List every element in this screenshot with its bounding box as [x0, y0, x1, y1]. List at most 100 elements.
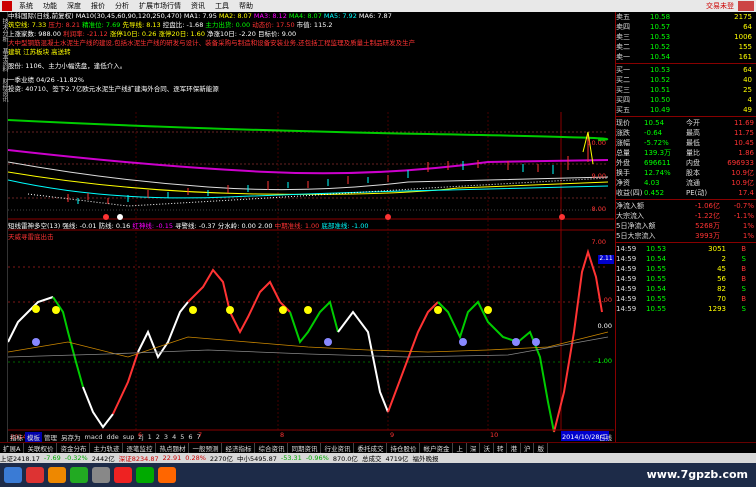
- indicator-header: 短线雷神多空(13) 强线: -0.01 防线: 0.16 红神线: -0.15…: [8, 222, 369, 230]
- quote-row[interactable]: 买四 10.50 4: [616, 95, 756, 105]
- menu-tools[interactable]: 工具: [210, 1, 234, 11]
- bottom-tab[interactable]: 资金分布: [57, 443, 91, 453]
- bottom-tab-bar: 扩展A 关联权价 资金分布 主力轨迹 逐笔监控 热点题材 一般预测 经济指标 综合资讯 同期资讯行…: [0, 442, 756, 453]
- window-controls[interactable]: [738, 1, 754, 11]
- bottom-tab[interactable]: 逐笔监控: [123, 443, 157, 453]
- chart-tab-4[interactable]: 4: [170, 433, 178, 441]
- stat-value: 17.4: [738, 189, 754, 197]
- quote-volume: 161: [738, 53, 752, 61]
- taskbar-app-icon[interactable]: [114, 467, 132, 483]
- bottom-tab[interactable]: 沪: [521, 443, 535, 453]
- stat-label: 涨幅: [616, 139, 630, 147]
- quote-row[interactable]: 卖五 10.58 2175: [616, 12, 756, 22]
- indicator-name[interactable]: 短线雷神多空(13): [8, 222, 60, 230]
- quote-price: 10.52: [650, 76, 671, 84]
- tick-price: 10.53: [646, 245, 667, 253]
- quote-row[interactable]: 卖三 10.53 1006: [616, 32, 756, 42]
- menu-ext-market[interactable]: 扩展市场行情: [134, 1, 186, 11]
- bottom-tab[interactable]: 一般预测: [189, 443, 223, 453]
- quote-row[interactable]: 卖二 10.52 155: [616, 42, 756, 52]
- tick-volume: 82: [717, 285, 726, 293]
- chart-tab-3[interactable]: 3: [162, 433, 170, 441]
- status-item: -53.31: [280, 454, 302, 462]
- chart-tab-1[interactable]: 1: [146, 433, 154, 441]
- chart-tab-7[interactable]: 7: [194, 433, 202, 441]
- bottom-tab[interactable]: 行业资讯: [321, 443, 355, 453]
- app-logo-icon: [2, 1, 12, 11]
- menu-analysis[interactable]: 分析: [110, 1, 134, 11]
- bottom-tab[interactable]: 港: [507, 443, 521, 453]
- bottom-tab[interactable]: 深: [467, 443, 481, 453]
- period-daily[interactable]: 日线: [597, 432, 614, 442]
- menu-quote[interactable]: 报价: [86, 1, 110, 11]
- bottom-tab[interactable]: 综合资讯: [255, 443, 289, 453]
- flow-value: 5268万: [695, 222, 720, 230]
- quote-row[interactable]: 买二 10.52 40: [616, 75, 756, 85]
- flow-pct: -0.7%: [733, 202, 754, 210]
- chart-tab-template[interactable]: 模板: [25, 431, 42, 442]
- bottom-tab[interactable]: 同期资讯: [288, 443, 322, 453]
- bottom-tab[interactable]: 委托成交: [354, 443, 388, 453]
- tick-side: S: [741, 255, 746, 263]
- bottom-tab[interactable]: 帐户资金: [420, 443, 454, 453]
- chart-tab-zj[interactable]: zj: [136, 433, 145, 441]
- tick-volume: 2: [721, 255, 726, 263]
- chart-tab-sup[interactable]: sup: [121, 433, 137, 441]
- quote-price: 10.57: [650, 23, 671, 31]
- quote-row[interactable]: 买三 10.51 25: [616, 85, 756, 95]
- taskbar-app-icon[interactable]: [70, 467, 88, 483]
- flow-value: -1.22亿: [694, 212, 720, 220]
- taskbar-app-icon[interactable]: [158, 467, 176, 483]
- note-3: 投资: 40710、签下2.7亿欧元水泥生产线扩建海外合同、逐军环保新能源: [8, 85, 219, 93]
- chart-area[interactable]: 中科国际(日线,前复权) MA10(30,45,60,90,120,250,47…: [8, 12, 614, 442]
- tick-row: 14:59 10.55 1293 S: [616, 304, 756, 314]
- quote-row[interactable]: 卖四 10.57 64: [616, 22, 756, 32]
- menu-info[interactable]: 资讯: [186, 1, 210, 11]
- quote-row[interactable]: 买一 10.53 64: [616, 65, 756, 75]
- quote-row[interactable]: 卖一 10.54 161: [616, 52, 756, 62]
- taskbar-app-icon[interactable]: [26, 467, 44, 483]
- stat-value: 0.452: [644, 189, 665, 197]
- bottom-tab[interactable]: 沃: [480, 443, 494, 453]
- bottom-tab[interactable]: 经济指标: [222, 443, 256, 453]
- bottom-tab[interactable]: 热点题材: [156, 443, 190, 453]
- quote-volume: 4: [747, 96, 752, 104]
- chart-tab-6[interactable]: 6: [186, 433, 194, 441]
- bid-list: 买一 10.53 64 买二 10.52 40 买三 10.51 25 买四 10.50 4 买五 10.…: [616, 65, 756, 115]
- bottom-tab[interactable]: 版: [534, 443, 548, 453]
- taskbar-app-icon[interactable]: [136, 467, 154, 483]
- flow-value: -1.06亿: [694, 202, 720, 210]
- chart-tab-5[interactable]: 5: [178, 433, 186, 441]
- status-item: 总成交: [361, 455, 382, 463]
- stat-label: 涨跌: [616, 129, 630, 137]
- menu-system[interactable]: 系统: [14, 1, 38, 11]
- bottom-tab[interactable]: 主力轨迹: [90, 443, 124, 453]
- status-item: 4719亿: [385, 455, 409, 463]
- quote-row[interactable]: 买五 10.49 49: [616, 105, 756, 115]
- stat-value: 10.54: [644, 119, 665, 127]
- bottom-tab[interactable]: 关联权价: [24, 443, 58, 453]
- flow-value: 3993万: [695, 232, 720, 240]
- stat-label: 收益(四): [616, 189, 643, 197]
- menu-depth[interactable]: 深度: [62, 1, 86, 11]
- stat-value: 10.9亿: [731, 169, 754, 177]
- trade-login-status[interactable]: 交易未登: [706, 1, 734, 11]
- chart-tab-saveas[interactable]: 另存为: [59, 432, 83, 442]
- chart-tab-dde[interactable]: dde: [105, 433, 121, 441]
- taskbar-app-icon[interactable]: [92, 467, 110, 483]
- menu-function[interactable]: 功能: [38, 1, 62, 11]
- quote-panel: 卖五 10.58 2175 卖四 10.57 64 卖三 10.53 1006 卖二 10.52 15…: [615, 12, 756, 442]
- bottom-tab[interactable]: 持仓股价: [387, 443, 421, 453]
- chart-tab-manage[interactable]: 管理: [42, 432, 59, 442]
- chart-tab-indicator[interactable]: 指标: [8, 432, 25, 442]
- bottom-tab[interactable]: 转: [494, 443, 508, 453]
- bottom-tab[interactable]: 扩展A: [0, 443, 25, 453]
- chart-tab-2[interactable]: 2: [154, 433, 162, 441]
- menu-help[interactable]: 帮助: [234, 1, 258, 11]
- bottom-tab[interactable]: 上: [453, 443, 467, 453]
- flow-row: 5日净流入额 5268万 1%: [616, 221, 756, 231]
- taskbar-app-icon[interactable]: [48, 467, 66, 483]
- start-button-icon[interactable]: [4, 467, 22, 483]
- chart-tab-macd[interactable]: macd: [83, 433, 105, 441]
- quote-volume: 64: [743, 66, 752, 74]
